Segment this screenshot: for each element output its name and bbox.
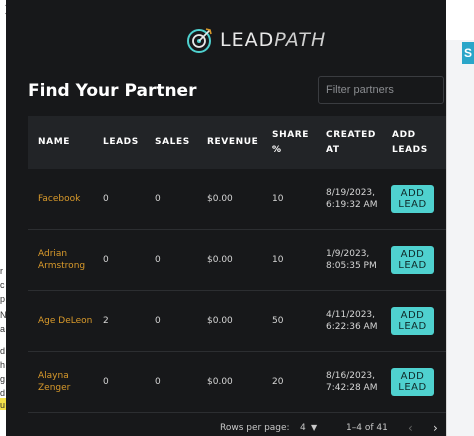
target-arrow-icon [187,28,212,53]
add-lead-button[interactable]: ADD LEAD [391,368,434,396]
leads-cell: 0 [103,255,109,265]
created-at-cell: 8/19/2023, 6:19:32 AM [326,188,378,210]
column-header-sales[interactable]: SALES [155,116,200,169]
chevron-left-icon[interactable]: ‹ [408,421,413,435]
logo-text-italic: PATH [274,29,327,51]
created-at-cell: 4/11/2023, 6:22:36 AM [326,310,378,332]
revenue-cell: $0.00 [207,194,233,204]
logo-text: LEADPATH [220,29,326,51]
leads-cell: 0 [103,377,109,387]
table-header: NAME LEADS SALES REVENUE SHARE % CREATED… [28,116,446,169]
column-header-created-at[interactable]: CREATED AT [326,116,376,169]
partner-name[interactable]: Adrian Armstrong [38,230,98,290]
column-header-share[interactable]: SHARE % [272,116,310,169]
partner-name[interactable]: Alayna Zenger [38,352,98,412]
page-title: Find Your Partner [28,81,197,101]
add-lead-button[interactable]: ADD LEAD [391,307,434,335]
table-row: Alayna Zenger 0 0 $0.00 20 8/16/2023, 7:42:28… [28,352,446,413]
revenue-cell: $0.00 [207,377,233,387]
partner-name[interactable]: Facebook [38,169,98,229]
table-row: Age DeLeon 2 0 $0.00 50 4/11/2023, 6:22:36 AM… [28,291,446,352]
logo-text-bold: LEAD [220,29,275,51]
add-lead-button[interactable]: ADD LEAD [391,185,434,213]
partners-table: NAME LEADS SALES REVENUE SHARE % CREATED… [28,116,446,413]
sales-cell: 0 [155,377,161,387]
created-at-cell: 8/16/2023, 7:42:28 AM [326,371,378,393]
table-pagination: Rows per page: 4 ▼ 1–4 of 41 ‹ › [28,420,446,436]
rows-per-page-select[interactable]: 4 [300,423,306,433]
partner-name[interactable]: Age DeLeon [38,291,98,351]
table-row: Adrian Armstrong 0 0 $0.00 10 1/9/2023, 8:05:… [28,230,446,291]
leadpath-logo: LEADPATH [186,26,326,54]
rows-per-page-label: Rows per page: [220,423,290,433]
leads-cell: 2 [103,316,109,326]
caret-down-icon[interactable]: ▼ [311,423,317,432]
table-row: Facebook 0 0 $0.00 10 8/19/2023, 6:19:32 AM AD… [28,169,446,230]
chevron-right-icon[interactable]: › [433,421,438,435]
table-body: Facebook 0 0 $0.00 10 8/19/2023, 6:19:32 AM AD… [28,169,446,413]
partner-modal: LEADPATH Find Your Partner NAME LEADS SA… [6,0,446,436]
column-header-add-leads: ADD LEADS [392,129,428,155]
column-header-leads[interactable]: LEADS [103,116,148,169]
sales-cell: 0 [155,316,161,326]
share-cell: 10 [272,255,284,265]
pagination-range: 1–4 of 41 [346,423,388,433]
sales-cell: 0 [155,194,161,204]
add-lead-button[interactable]: ADD LEAD [391,246,434,274]
background-right-panel [446,40,474,436]
share-cell: 10 [272,194,284,204]
created-at-cell: 1/9/2023, 8:05:35 PM [326,249,377,271]
filter-partners-input[interactable] [318,76,444,104]
share-cell: 50 [272,316,284,326]
background-right-button[interactable]: S [462,42,474,64]
sales-cell: 0 [155,255,161,265]
column-header-name[interactable]: NAME [38,116,98,169]
leads-cell: 0 [103,194,109,204]
column-header-revenue[interactable]: REVENUE [207,116,267,169]
revenue-cell: $0.00 [207,316,233,326]
revenue-cell: $0.00 [207,255,233,265]
share-cell: 20 [272,377,284,387]
